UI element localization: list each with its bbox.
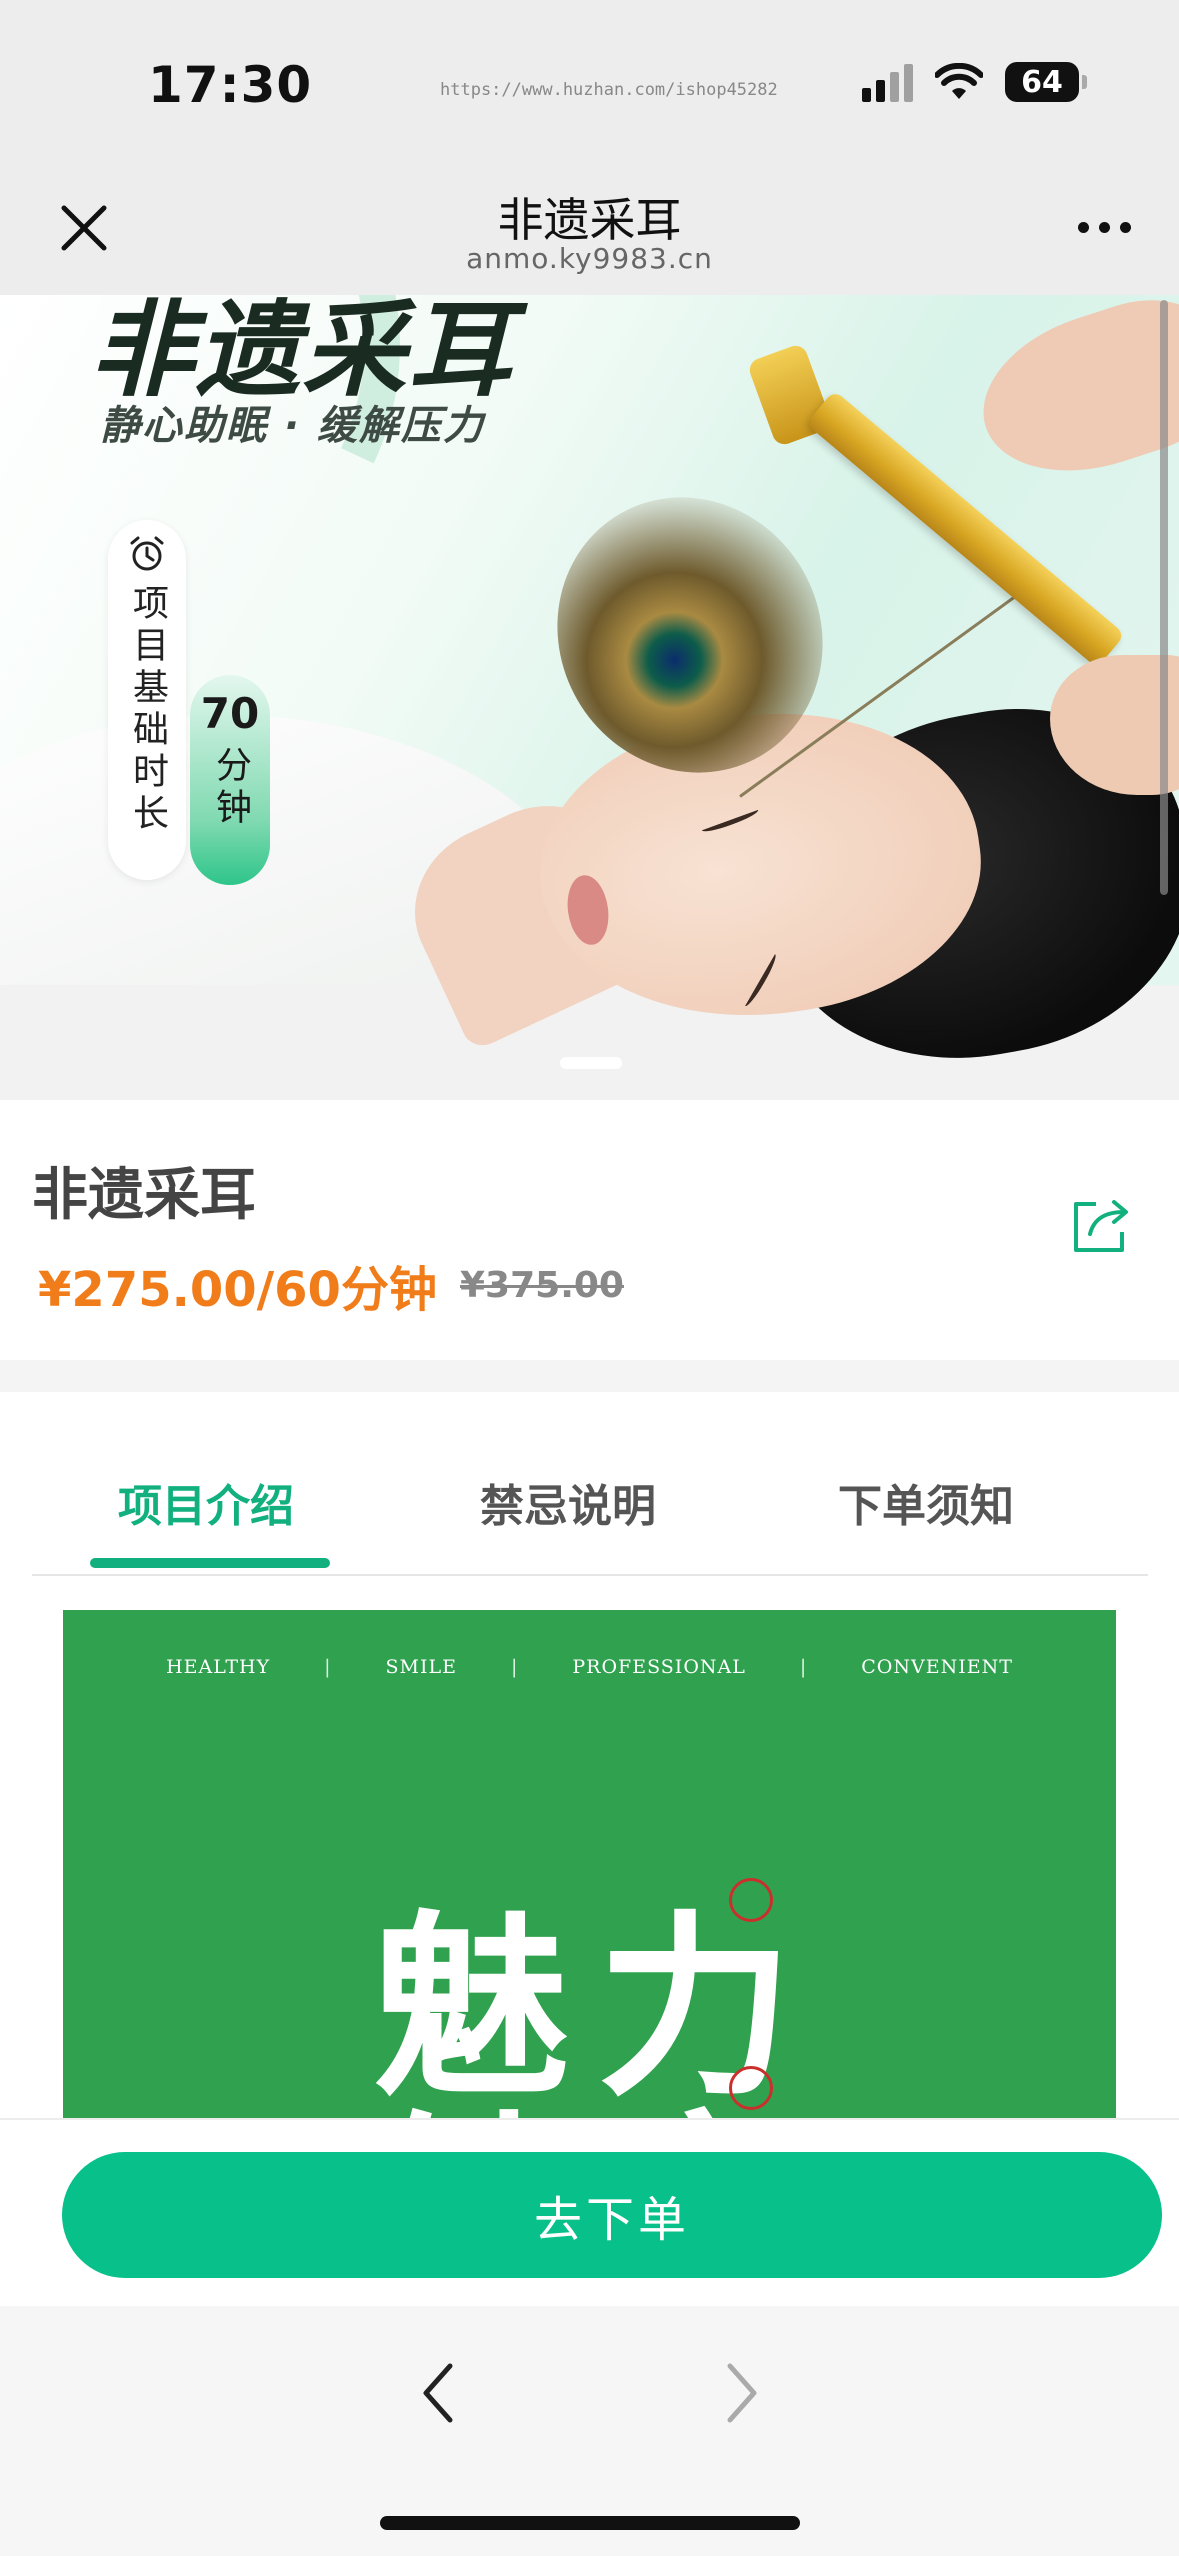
duration-value-pill: 70 分钟 xyxy=(190,675,270,885)
wifi-icon xyxy=(935,63,983,99)
page-title: 非遗采耳 xyxy=(497,193,682,247)
promo-tag: SMILE xyxy=(385,1656,457,1678)
tab-order-notice[interactable]: 下单须知 xyxy=(838,1470,1014,1534)
detail-section: 项目介绍 禁忌说明 下单须知 HEALTHY | SMILE | PROFESS… xyxy=(0,1392,1179,2120)
tab-bar: 项目介绍 禁忌说明 下单须知 xyxy=(32,1392,1148,1576)
place-order-button[interactable]: 去下单 xyxy=(62,2152,1162,2278)
promo-tag: HEALTHY xyxy=(166,1656,271,1678)
duration-value: 70 xyxy=(200,689,260,738)
hero-subtitle: 静心助眠 · 缓解压力 xyxy=(100,403,486,449)
promo-separator: | xyxy=(510,1656,519,1678)
alarm-clock-icon xyxy=(130,536,164,571)
section-divider xyxy=(0,1360,1179,1392)
scrollbar[interactable] xyxy=(1160,300,1168,895)
forward-arrow-icon[interactable] xyxy=(722,2358,762,2428)
original-price: ¥375.00 xyxy=(460,1265,624,1306)
promo-separator: | xyxy=(324,1656,332,1678)
url-watermark: https://www.huzhan.com/ishop45282 xyxy=(440,80,778,100)
back-arrow-icon[interactable] xyxy=(418,2358,458,2428)
tab-contraindications[interactable]: 禁忌说明 xyxy=(480,1470,656,1534)
browser-toolbar xyxy=(0,2306,1179,2556)
promo-image: HEALTHY | SMILE | PROFESSIONAL | CONVENI… xyxy=(63,1610,1116,2120)
bottom-action-bar: 去下单 xyxy=(0,2118,1179,2306)
hero-banner[interactable]: 非遗采耳 静心助眠 · 缓解压力 项目基础时长 70 分钟 xyxy=(0,295,1179,1100)
duration-label-pill: 项目基础时长 xyxy=(108,520,186,880)
nav-bar: 非遗采耳 anmo.ky9983.cn xyxy=(0,170,1179,295)
more-options-icon[interactable] xyxy=(1078,222,1131,233)
product-info: 非遗采耳 ¥275.00/60分钟 ¥375.00 xyxy=(0,1100,1179,1360)
hand-image xyxy=(962,295,1179,499)
status-time: 17:30 xyxy=(148,56,313,114)
active-tab-indicator xyxy=(90,1558,330,1568)
promo-tag: PROFESSIONAL xyxy=(572,1656,746,1678)
decorative-circle xyxy=(729,1878,773,1922)
tab-project-intro[interactable]: 项目介绍 xyxy=(118,1470,294,1534)
promo-tags: HEALTHY | SMILE | PROFESSIONAL | CONVENI… xyxy=(63,1656,1116,1678)
product-name: 非遗采耳 xyxy=(32,1163,256,1228)
duration-label: 项目基础时长 xyxy=(127,584,168,836)
status-bar: 17:30 https://www.huzhan.com/ishop45282 … xyxy=(0,0,1179,170)
decorative-circle xyxy=(729,2066,773,2110)
promo-tag: CONVENIENT xyxy=(861,1656,1013,1678)
status-icons: 64 xyxy=(862,62,1087,102)
carousel-indicator[interactable] xyxy=(560,1057,622,1069)
promo-separator: | xyxy=(799,1656,808,1678)
page-domain: anmo.ky9983.cn xyxy=(466,242,713,275)
share-icon[interactable] xyxy=(1066,1190,1136,1260)
battery-icon: 64 xyxy=(1005,62,1087,102)
cellular-signal-icon xyxy=(862,62,913,102)
product-price: ¥275.00/60分钟 xyxy=(38,1262,437,1318)
duration-unit: 分钟 xyxy=(210,746,251,830)
home-indicator[interactable] xyxy=(380,2516,800,2530)
